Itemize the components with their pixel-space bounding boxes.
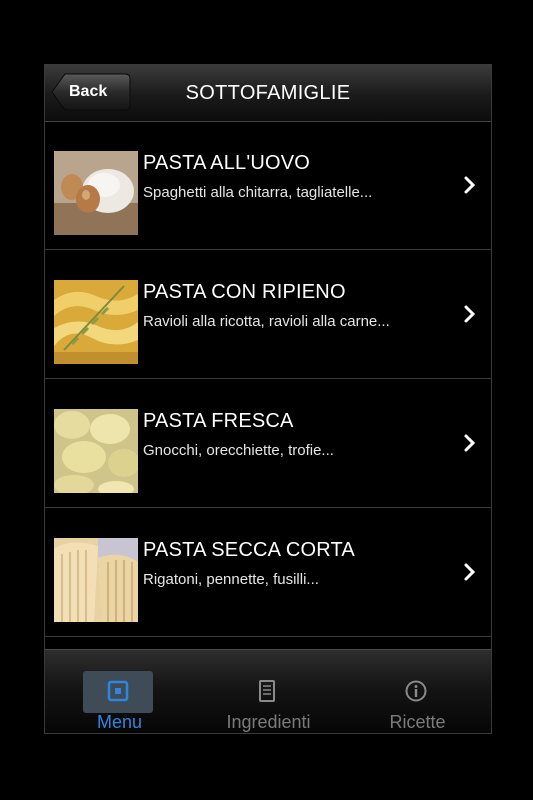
tab-ingredienti[interactable]: Ingredienti — [194, 650, 343, 733]
list-item-pasta-all-uovo[interactable]: PASTA ALL'UOVO Spaghetti alla chitarra, … — [45, 121, 491, 250]
menu-icon — [107, 680, 129, 702]
chevron-right-icon — [464, 176, 476, 194]
item-title: PASTA SECCA CORTA — [143, 539, 355, 561]
tab-label: Menu — [96, 712, 143, 732]
list-item-pasta-con-ripieno[interactable]: PASTA CON RIPIENO Ravioli alla ricotta, … — [45, 250, 491, 379]
page-title: SOTTOFAMIGLIE — [185, 82, 351, 104]
subfamily-list: PASTA ALL'UOVO Spaghetti alla chitarra, … — [45, 121, 491, 643]
tab-label: Ricette — [389, 712, 446, 732]
tab-ricette-highlight — [381, 671, 451, 713]
list-icon — [259, 680, 275, 702]
item-subtitle: Rigatoni, pennette, fusilli... — [143, 571, 319, 588]
info-icon — [405, 680, 427, 702]
tab-bar: Menu Ingredienti Ricette — [45, 649, 491, 733]
list-item-pasta-fresca[interactable]: PASTA FRESCA Gnocchi, orecchiette, trofi… — [45, 379, 491, 508]
egg-flour-thumbnail — [54, 151, 138, 235]
tab-label: Ingredienti — [226, 712, 311, 732]
item-title: PASTA ALL'UOVO — [143, 152, 311, 174]
chevron-right-icon — [464, 305, 476, 323]
tab-ingredienti-highlight — [232, 671, 302, 713]
item-title: PASTA CON RIPIENO — [143, 281, 346, 303]
app-screen: Back SOTTOFAMIGLIE PASTA ALL'UOVO Spaghe… — [44, 64, 492, 734]
chevron-right-icon — [464, 434, 476, 452]
chevron-right-icon — [464, 563, 476, 581]
rigatoni-thumbnail — [54, 538, 138, 622]
tab-ricette[interactable]: Ricette — [343, 650, 491, 733]
item-subtitle: Gnocchi, orecchiette, trofie... — [143, 442, 334, 459]
item-subtitle: Spaghetti alla chitarra, tagliatelle... — [143, 184, 373, 201]
navigation-bar: Back SOTTOFAMIGLIE — [45, 65, 491, 122]
tab-menu-highlight — [83, 671, 153, 713]
list-item-pasta-secca-corta[interactable]: PASTA SECCA CORTA Rigatoni, pennette, fu… — [45, 508, 491, 637]
stuffed-pasta-thumbnail — [54, 280, 138, 364]
tab-menu[interactable]: Menu — [45, 650, 194, 733]
item-subtitle: Ravioli alla ricotta, ravioli alla carne… — [143, 313, 390, 330]
gnocchi-thumbnail — [54, 409, 138, 493]
item-title: PASTA FRESCA — [143, 410, 294, 432]
